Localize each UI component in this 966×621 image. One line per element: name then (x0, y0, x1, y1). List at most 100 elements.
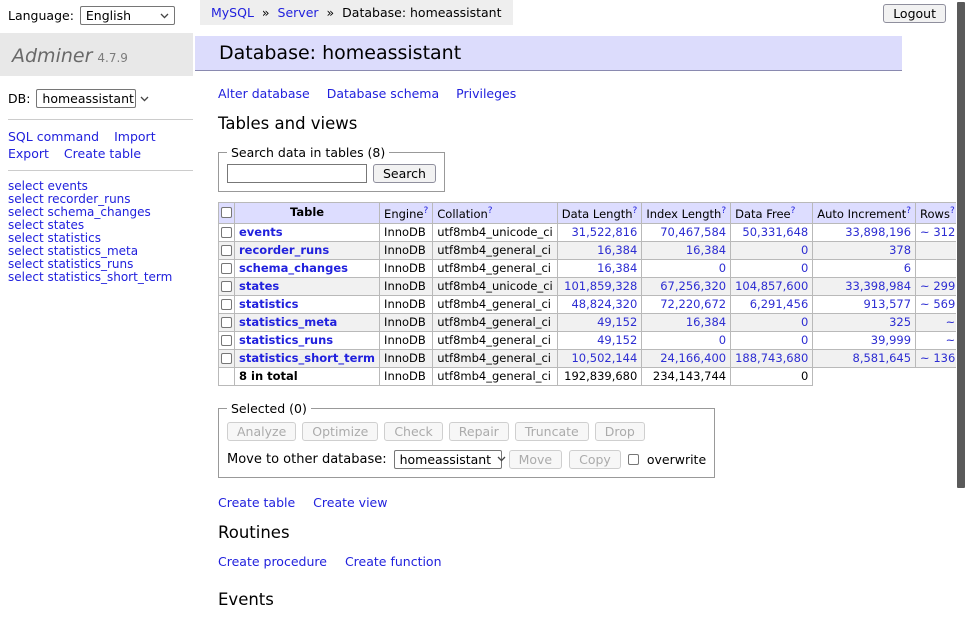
table-name-link[interactable]: states (239, 279, 279, 293)
select-link[interactable]: select (8, 192, 44, 206)
analyze-button[interactable]: Analyze (227, 422, 296, 441)
sidebar-table-link[interactable]: statistics_short_term (47, 270, 172, 284)
data-free-cell[interactable]: 0 (731, 241, 813, 259)
table-name-link[interactable]: statistics (239, 297, 299, 311)
index-length-cell[interactable]: 72,220,672 (642, 295, 731, 313)
optimize-button[interactable]: Optimize (302, 422, 378, 441)
logout-button[interactable]: Logout (883, 4, 946, 23)
table-name-link[interactable]: recorder_runs (239, 243, 329, 257)
select-link[interactable]: select (8, 218, 44, 232)
auto-increment-cell[interactable]: 6 (813, 259, 916, 277)
table-name-link[interactable]: statistics_meta (239, 315, 337, 329)
sidebar-link-create-table[interactable]: Create table (64, 146, 141, 161)
auto-increment-cell[interactable]: 913,577 (813, 295, 916, 313)
auto-increment-cell[interactable]: 33,898,196 (813, 223, 916, 241)
table-name-link[interactable]: statistics_short_term (239, 351, 375, 365)
sidebar-link-export[interactable]: Export (8, 146, 49, 161)
breadcrumb-server-link[interactable]: Server (278, 5, 319, 20)
sidebar-table-link[interactable]: statistics (47, 231, 101, 245)
sidebar-link-import[interactable]: Import (114, 129, 156, 144)
select-link[interactable]: select (8, 231, 44, 245)
index-length-cell[interactable]: 70,467,584 (642, 223, 731, 241)
data-length-cell[interactable]: 16,384 (557, 259, 642, 277)
index-length-cell[interactable]: 67,256,320 (642, 277, 731, 295)
select-link[interactable]: select (8, 244, 44, 258)
data-free-cell[interactable]: 0 (731, 313, 813, 331)
create-view-link[interactable]: Create view (313, 495, 387, 510)
nav-link-privileges[interactable]: Privileges (456, 86, 516, 101)
create-function-link[interactable]: Create function (345, 554, 442, 569)
help-link[interactable]: ? (906, 206, 911, 216)
help-link[interactable]: ? (721, 206, 726, 216)
sidebar-table-link[interactable]: events (47, 179, 87, 193)
help-link[interactable]: ? (950, 206, 955, 216)
data-free-cell[interactable]: 6,291,456 (731, 295, 813, 313)
data-length-cell[interactable]: 49,152 (557, 313, 642, 331)
row-checkbox[interactable] (221, 353, 232, 364)
auto-increment-cell[interactable]: 325 (813, 313, 916, 331)
select-all-checkbox[interactable] (221, 207, 232, 218)
select-link[interactable]: select (8, 179, 44, 193)
auto-increment-cell[interactable]: 8,581,645 (813, 349, 916, 367)
overwrite-checkbox[interactable] (628, 454, 639, 465)
breadcrumb-mysql-link[interactable]: MySQL (211, 5, 254, 20)
help-link[interactable]: ? (423, 206, 428, 216)
help-link[interactable]: ? (633, 206, 638, 216)
create-procedure-link[interactable]: Create procedure (218, 554, 327, 569)
nav-link-database-schema[interactable]: Database schema (327, 86, 439, 101)
language-select[interactable]: English (80, 6, 175, 25)
vertical-scrollbar[interactable] (956, 0, 966, 543)
create-table-link[interactable]: Create table (218, 495, 295, 510)
data-free-cell[interactable]: 50,331,648 (731, 223, 813, 241)
row-checkbox[interactable] (221, 281, 232, 292)
index-length-cell[interactable]: 0 (642, 331, 731, 349)
repair-button[interactable]: Repair (449, 422, 509, 441)
move-button[interactable]: Move (509, 450, 563, 469)
data-length-cell[interactable]: 31,522,816 (557, 223, 642, 241)
table-name-link[interactable]: statistics_runs (239, 333, 333, 347)
sidebar-table-link[interactable]: statistics_runs (47, 257, 133, 271)
data-length-cell[interactable]: 16,384 (557, 241, 642, 259)
help-link[interactable]: ? (488, 206, 493, 216)
auto-increment-cell[interactable]: 33,398,984 (813, 277, 916, 295)
row-checkbox[interactable] (221, 317, 232, 328)
sidebar-table-link[interactable]: states (47, 218, 84, 232)
index-length-cell[interactable]: 0 (642, 259, 731, 277)
row-checkbox[interactable] (221, 263, 232, 274)
sidebar-table-link[interactable]: recorder_runs (47, 192, 130, 206)
select-link[interactable]: select (8, 270, 44, 284)
data-length-cell[interactable]: 49,152 (557, 331, 642, 349)
sidebar-table-link[interactable]: schema_changes (47, 205, 150, 219)
index-length-cell[interactable]: 16,384 (642, 241, 731, 259)
table-name-link[interactable]: schema_changes (239, 261, 348, 275)
move-database-select[interactable]: homeassistant (394, 450, 502, 469)
sidebar-link-sql-command[interactable]: SQL command (8, 129, 99, 144)
index-length-cell[interactable]: 24,166,400 (642, 349, 731, 367)
auto-increment-cell[interactable]: 378 (813, 241, 916, 259)
adminer-brand-link[interactable]: Adminer (12, 45, 92, 67)
copy-button[interactable]: Copy (569, 450, 621, 469)
drop-button[interactable]: Drop (595, 422, 645, 441)
nav-link-alter-database[interactable]: Alter database (218, 86, 310, 101)
data-free-cell[interactable]: 0 (731, 259, 813, 277)
db-select[interactable]: homeassistant (36, 89, 136, 108)
row-checkbox[interactable] (221, 227, 232, 238)
row-checkbox[interactable] (221, 335, 232, 346)
data-length-cell[interactable]: 48,824,320 (557, 295, 642, 313)
data-free-cell[interactable]: 104,857,600 (731, 277, 813, 295)
index-length-cell[interactable]: 16,384 (642, 313, 731, 331)
data-free-cell[interactable]: 0 (731, 331, 813, 349)
select-link[interactable]: select (8, 205, 44, 219)
row-checkbox[interactable] (221, 245, 232, 256)
scrollbar-thumb[interactable] (957, 2, 965, 488)
select-link[interactable]: select (8, 257, 44, 271)
data-length-cell[interactable]: 10,502,144 (557, 349, 642, 367)
truncate-button[interactable]: Truncate (515, 422, 589, 441)
data-length-cell[interactable]: 101,859,328 (557, 277, 642, 295)
search-input[interactable] (227, 164, 367, 183)
sidebar-table-link[interactable]: statistics_meta (47, 244, 138, 258)
check-button[interactable]: Check (384, 422, 442, 441)
data-free-cell[interactable]: 188,743,680 (731, 349, 813, 367)
table-name-link[interactable]: events (239, 225, 283, 239)
search-button[interactable]: Search (373, 164, 436, 183)
